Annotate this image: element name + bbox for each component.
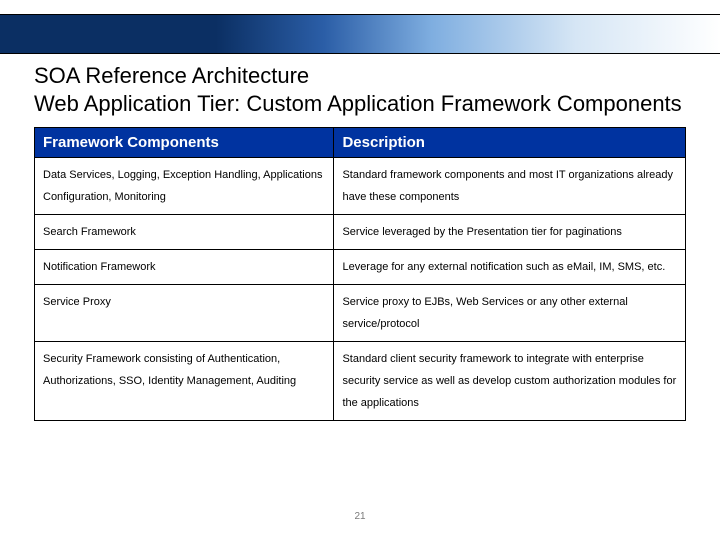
content-area: SOA Reference ArchitectureWeb Applicatio… <box>34 62 686 421</box>
framework-table: Framework Components Description Data Se… <box>34 127 686 421</box>
cell-component: Security Framework consisting of Authent… <box>35 342 334 421</box>
table-row: Security Framework consisting of Authent… <box>35 342 686 421</box>
table-row: Search Framework Service leveraged by th… <box>35 215 686 250</box>
cell-component: Service Proxy <box>35 285 334 342</box>
header-description: Description <box>334 128 686 158</box>
cell-description: Standard framework components and most I… <box>334 158 686 215</box>
cell-component: Data Services, Logging, Exception Handli… <box>35 158 334 215</box>
cell-description: Service leveraged by the Presentation ti… <box>334 215 686 250</box>
cell-description: Leverage for any external notification s… <box>334 250 686 285</box>
table-row: Data Services, Logging, Exception Handli… <box>35 158 686 215</box>
table-row: Service Proxy Service proxy to EJBs, Web… <box>35 285 686 342</box>
table-row: Notification Framework Leverage for any … <box>35 250 686 285</box>
header-component: Framework Components <box>35 128 334 158</box>
cell-component: Search Framework <box>35 215 334 250</box>
header-banner <box>0 14 720 54</box>
page-number: 21 <box>0 511 720 522</box>
cell-component: Notification Framework <box>35 250 334 285</box>
cell-description: Standard client security framework to in… <box>334 342 686 421</box>
slide-title: SOA Reference ArchitectureWeb Applicatio… <box>34 62 686 117</box>
table-header-row: Framework Components Description <box>35 128 686 158</box>
slide: SOA Reference ArchitectureWeb Applicatio… <box>0 0 720 540</box>
cell-description: Service proxy to EJBs, Web Services or a… <box>334 285 686 342</box>
